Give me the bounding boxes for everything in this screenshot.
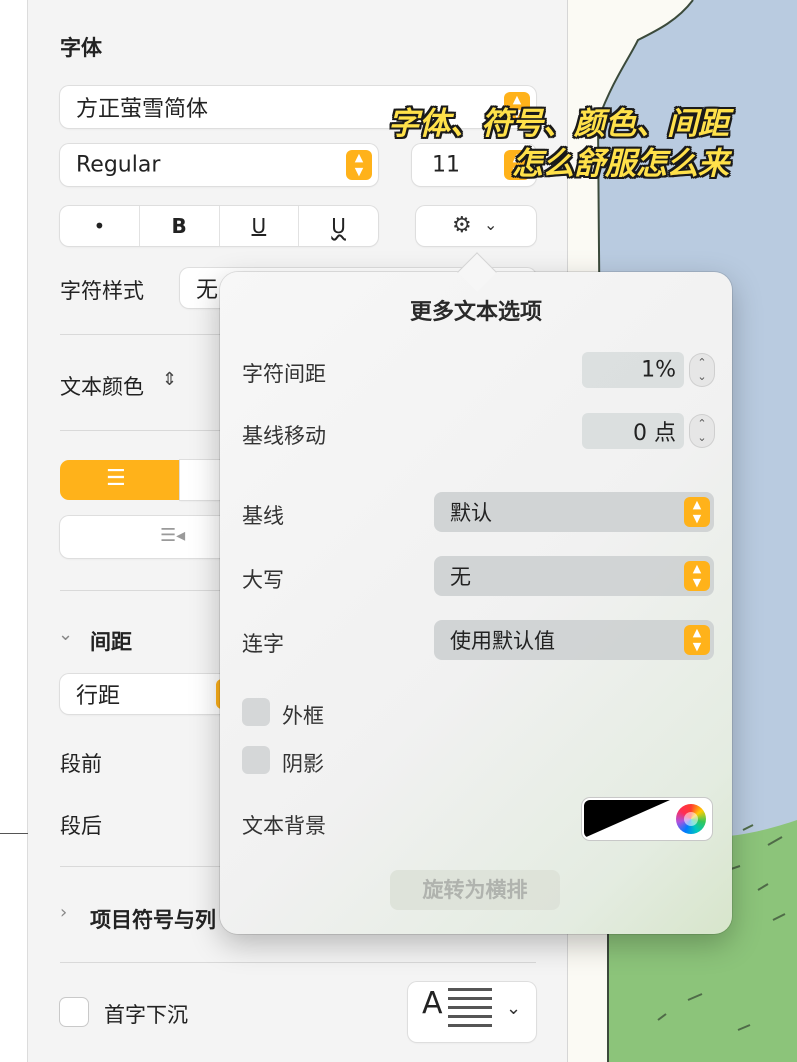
ligature-stepper-icon: ▲ ▼ [684,625,710,655]
baseline-label: 基线 [242,504,284,528]
char-style-label: 字符样式 [60,279,144,303]
chevron-down-icon[interactable]: ⌄ [58,624,73,645]
baseline-shift-stepper[interactable]: ⌃ ⌄ [690,415,714,447]
font-weight-stepper-icon: ▲ ▼ [346,150,372,180]
outline-checkbox[interactable] [242,698,270,726]
line-spacing-select[interactable]: 行距 [60,674,240,714]
char-spacing-field[interactable]: 1% [582,352,684,388]
chevron-down-icon: ⌄ [506,998,522,1019]
caption-line-2: 怎么舒服怎么来 [512,146,729,182]
text-style-buttons: • B U U [60,206,378,246]
chevron-right-icon[interactable]: › [60,902,67,923]
drop-cap-style-select[interactable]: A ⌄ [408,982,536,1042]
strikethrough-button[interactable]: U [299,206,378,246]
canvas-edge [0,0,28,1062]
underline-button[interactable]: U [220,206,300,246]
drop-cap-letter: A [422,986,443,1021]
font-section-title: 字体 [60,36,102,60]
color-swatch[interactable] [584,800,670,838]
text-background-color-well[interactable] [582,798,712,840]
drop-cap-lines-icon [448,988,492,1032]
drop-cap-checkbox[interactable] [60,998,88,1026]
align-left-icon: ☰ [106,466,126,491]
advanced-options-button[interactable]: ⚙ ⌄ [416,206,536,246]
font-weight-select[interactable]: Regular ▲ ▼ [60,144,378,186]
ligature-label: 连字 [242,632,284,656]
ligature-select[interactable]: 使用默认值 ▲ ▼ [434,620,714,660]
caps-select[interactable]: 无 ▲ ▼ [434,556,714,596]
baseline-stepper-icon: ▲ ▼ [684,497,710,527]
font-weight-value: Regular [76,152,161,178]
drop-cap-label: 首字下沉 [104,1003,188,1027]
baseline-select[interactable]: 默认 ▲ ▼ [434,492,714,532]
divider [60,962,536,963]
updown-chevron-icon: ⇕ [162,369,178,390]
char-style-value: 无 [196,278,219,303]
bold-button[interactable]: B [140,206,220,246]
align-left-button[interactable]: ☰ [60,460,180,500]
space-after-label: 段后 [60,814,102,838]
shadow-checkbox[interactable] [242,746,270,774]
indent-control[interactable]: ☰◂ [60,516,236,558]
font-size-value: 11 [432,152,460,178]
bullets-header: 项目符号与列 [90,908,216,932]
baseline-shift-value: 0 点 [633,421,676,446]
baseline-shift-field[interactable]: 0 点 [582,413,684,449]
space-before-label: 段前 [60,752,102,776]
caps-value: 无 [450,565,471,589]
char-spacing-stepper[interactable]: ⌃ ⌄ [690,354,714,386]
rotate-horizontal-button[interactable]: 旋转为横排 [390,870,560,910]
indent-icon: ☰◂ [160,525,186,546]
text-color-label[interactable]: 文本颜色 [60,371,144,401]
color-wheel-icon[interactable] [676,804,706,834]
shadow-label: 阴影 [282,752,324,776]
caption-line-1: 字体、符号、颜色、间距 [388,106,729,142]
spacing-header: 间距 [90,630,132,654]
ligature-value: 使用默认值 [450,629,555,653]
popover-title: 更多文本选项 [409,300,542,325]
more-text-options-popover: 更多文本选项 字符间距 1% ⌃ ⌄ 基线移动 0 点 ⌃ ⌄ 基线 默认 ▲ ▼ 大… [220,252,732,934]
outline-label: 外框 [282,704,324,728]
baseline-value: 默认 [450,501,492,525]
baseline-shift-label: 基线移动 [242,424,326,448]
bullet-style-button[interactable]: • [60,206,140,246]
line-spacing-label: 行距 [76,684,121,709]
font-family-value: 方正萤雪简体 [76,97,209,122]
char-spacing-label: 字符间距 [242,362,326,386]
char-spacing-value: 1% [641,357,676,383]
chevron-down-icon: ⌄ [484,215,498,234]
text-background-label: 文本背景 [242,814,326,838]
caps-stepper-icon: ▲ ▼ [684,561,710,591]
gear-icon: ⚙ [452,213,472,238]
caps-label: 大写 [242,568,284,592]
